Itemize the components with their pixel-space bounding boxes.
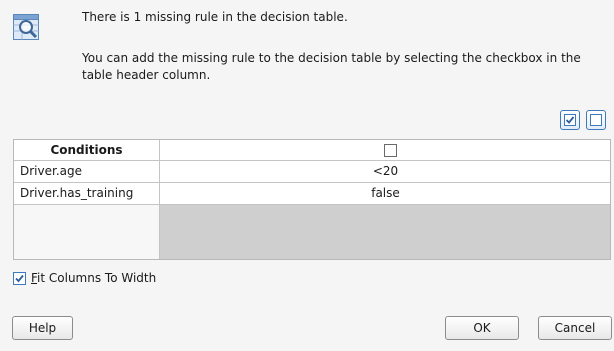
instruction-text: You can add the missing rule to the deci…: [82, 51, 581, 82]
add-rule-checkbox[interactable]: [384, 144, 397, 157]
uncheck-all-icon[interactable]: [586, 110, 606, 130]
check-all-icon[interactable]: [560, 110, 580, 130]
fit-columns-label-text: it Columns To Width: [37, 271, 157, 285]
ok-button[interactable]: OK: [445, 316, 519, 340]
decision-table: Conditions Driver.age <20 Driver.has_tra…: [13, 139, 611, 260]
fit-columns-option[interactable]: Fit Columns To Width: [13, 270, 156, 286]
table-row: Driver.has_training false: [14, 183, 610, 205]
table-header: Conditions: [14, 140, 610, 161]
empty-cell: [14, 205, 160, 259]
condition-value: false: [371, 186, 400, 200]
condition-value: <20: [372, 164, 399, 178]
fit-columns-label: Fit Columns To Width: [31, 271, 156, 285]
conditions-header: Conditions: [14, 140, 160, 161]
fit-columns-checkbox[interactable]: [13, 271, 26, 285]
missing-rules-dialog: There is 1 missing rule in the decision …: [0, 0, 614, 351]
help-button[interactable]: Help: [12, 316, 73, 340]
decision-table-search-icon: [13, 14, 39, 40]
cancel-button[interactable]: Cancel: [538, 316, 612, 340]
table-row: Driver.age <20: [14, 161, 610, 183]
condition-name: Driver.has_training: [14, 183, 160, 204]
missing-rule-count-text: There is 1 missing rule in the decision …: [82, 10, 348, 24]
condition-name: Driver.age: [14, 161, 160, 182]
